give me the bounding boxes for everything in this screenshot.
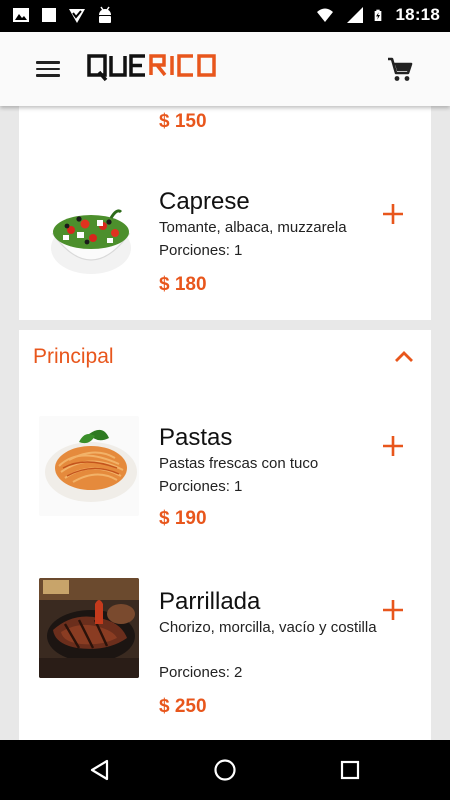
item-price: $ 150 (159, 111, 207, 132)
menu-content[interactable]: $ 150 Caprese Tomante, albaca, muzzarela… (0, 106, 450, 740)
item-title: Pastas (159, 424, 233, 451)
status-time: 18:18 (395, 5, 440, 24)
image-icon (13, 8, 29, 22)
section-header[interactable]: Principal (19, 330, 431, 386)
check-icon (69, 9, 85, 23)
recents-icon[interactable] (338, 758, 362, 782)
section-card-principal: Principal Pastas Pastas frescas con tuco… (19, 330, 431, 740)
wifi-icon (316, 8, 333, 22)
menu-item-parrillada[interactable]: Parrillada Chorizo, morcilla, vacío y co… (19, 574, 431, 734)
querico-logo (87, 54, 216, 82)
grill-image (39, 578, 139, 678)
chevron-up-icon[interactable] (393, 348, 415, 364)
item-description: Chorizo, morcilla, vacío y costilla (159, 619, 377, 636)
battery-charging-icon (374, 9, 381, 21)
home-icon[interactable] (213, 758, 237, 782)
menu-item-pastas[interactable]: Pastas Pastas frescas con tuco Porciones… (19, 410, 431, 540)
item-description: Tomante, albaca, muzzarela (159, 219, 347, 236)
shopping-cart-icon[interactable] (386, 56, 414, 84)
hamburger-menu-icon[interactable] (36, 57, 64, 81)
pasta-image (39, 416, 139, 516)
back-icon[interactable] (88, 758, 112, 782)
item-price: $ 250 (159, 696, 207, 717)
add-icon[interactable] (381, 434, 405, 458)
item-price: $ 180 (159, 274, 207, 295)
item-portions: Porciones: 1 (159, 478, 243, 495)
section-title: Principal (33, 345, 114, 368)
item-price: $ 190 (159, 508, 207, 529)
menu-item-caprese[interactable]: Caprese Tomante, albaca, muzzarela Porci… (19, 176, 431, 296)
app-bar (0, 32, 450, 106)
status-bar: 18:18 (0, 0, 450, 32)
item-title: Parrillada (159, 588, 261, 615)
android-icon (99, 6, 111, 23)
signal-icon (346, 7, 363, 23)
item-portions: Porciones: 1 (159, 242, 243, 259)
square-icon (42, 8, 56, 22)
system-nav-bar (0, 740, 450, 800)
item-title: Caprese (159, 188, 250, 215)
add-icon[interactable] (381, 202, 405, 226)
add-icon[interactable] (381, 598, 405, 622)
salad-image (41, 186, 141, 286)
item-portions: Porciones: 2 (159, 664, 243, 681)
menu-card: $ 150 Caprese Tomante, albaca, muzzarela… (19, 106, 431, 320)
item-description: Pastas frescas con tuco (159, 455, 319, 472)
